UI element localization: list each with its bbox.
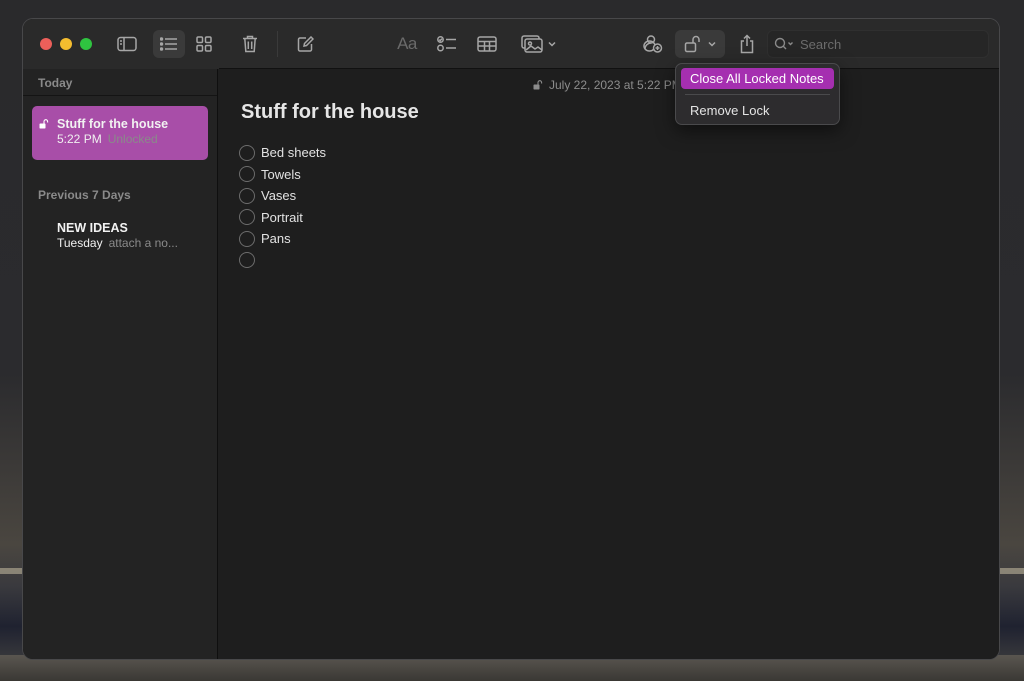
format-button[interactable]: Aa (393, 30, 421, 58)
toolbar-divider (277, 31, 278, 57)
table-button[interactable] (475, 30, 499, 58)
checklist-item-text[interactable]: Portrait (261, 210, 303, 225)
checklist-item[interactable]: Towels (239, 164, 326, 186)
note-time: Tuesday (57, 236, 103, 250)
lock-dropdown-menu: Close All Locked Notes Remove Lock (675, 63, 840, 125)
section-label-today: Today (38, 76, 73, 90)
checkbox[interactable] (239, 230, 255, 247)
collaborate-icon (643, 35, 663, 53)
checklist-item-text[interactable]: Vases (261, 188, 296, 203)
checklist-item-text[interactable]: Bed sheets (261, 145, 326, 160)
gallery-view-button[interactable] (192, 30, 216, 58)
share-icon (740, 34, 754, 54)
checklist-item[interactable]: Vases (239, 185, 326, 207)
menu-item-remove-lock[interactable]: Remove Lock (681, 100, 834, 121)
note-preview: Unlocked (107, 132, 158, 146)
chevron-down-icon (548, 41, 556, 47)
sidebar-icon (117, 36, 137, 52)
sidebar-toggle-button[interactable] (115, 30, 139, 58)
checklist-item-text[interactable]: Towels (261, 167, 301, 182)
note-date-text: July 22, 2023 at 5:22 PM (549, 78, 682, 92)
menu-item-close-all-locked-notes[interactable]: Close All Locked Notes (681, 68, 834, 89)
unlocked-padlock-icon (533, 80, 543, 90)
checkbox[interactable] (239, 187, 255, 204)
zoom-button[interactable] (80, 38, 92, 50)
checklist-button[interactable] (435, 30, 459, 58)
chevron-down-icon (707, 41, 716, 47)
checkbox[interactable] (239, 166, 255, 183)
checkbox[interactable] (239, 252, 255, 269)
table-icon (477, 36, 497, 52)
notes-list-sidebar: Today Stuff for the house 5:22 PM Unlocke… (23, 69, 218, 659)
unlocked-padlock-icon (39, 119, 49, 129)
media-button[interactable] (517, 30, 561, 58)
checklist-item[interactable]: Pans (239, 228, 326, 250)
checklist-icon (437, 36, 456, 52)
search-icon (774, 37, 793, 50)
checkbox[interactable] (239, 209, 255, 226)
note-date: July 22, 2023 at 5:22 PM (533, 78, 682, 92)
lock-button[interactable] (675, 30, 725, 58)
checklist-item[interactable] (239, 250, 326, 272)
list-view-button[interactable] (153, 30, 185, 58)
new-note-button[interactable] (293, 30, 317, 58)
checkbox[interactable] (239, 144, 255, 161)
close-button[interactable] (40, 38, 52, 50)
sidebar-divider (23, 95, 217, 96)
checklist-item[interactable]: Portrait (239, 207, 326, 229)
search-field[interactable] (767, 30, 989, 58)
checklist-item[interactable]: Bed sheets (239, 142, 326, 164)
grid-icon (196, 36, 212, 52)
collaborate-button[interactable] (640, 30, 666, 58)
note-editor[interactable]: July 22, 2023 at 5:22 PM Stuff for the h… (219, 69, 999, 659)
search-input[interactable] (800, 36, 970, 52)
note-title: NEW IDEAS (57, 221, 128, 235)
menu-separator (685, 94, 830, 95)
checklist: Bed sheets Towels Vases Portrait Pans (239, 142, 326, 271)
note-meta: Tuesday attach a no... (57, 236, 208, 250)
list-icon (160, 37, 177, 51)
photo-icon (521, 35, 543, 53)
section-label-previous-7-days: Previous 7 Days (38, 188, 131, 202)
delete-button[interactable] (238, 30, 262, 58)
note-list-item[interactable]: Stuff for the house 5:22 PM Unlocked (32, 106, 208, 160)
text-format-icon: Aa (397, 34, 417, 53)
compose-icon (297, 35, 314, 52)
unlocked-padlock-icon (684, 35, 700, 53)
note-list-item[interactable]: NEW IDEAS Tuesday attach a no... (32, 210, 208, 264)
note-title: Stuff for the house (57, 117, 169, 131)
trash-icon (243, 35, 257, 53)
note-heading[interactable]: Stuff for the house (241, 101, 419, 124)
minimize-button[interactable] (60, 38, 72, 50)
note-time: 5:22 PM (57, 132, 102, 146)
checklist-item-text[interactable]: Pans (261, 231, 291, 246)
notes-window: Aa Today Stuff for (22, 18, 1000, 660)
note-preview: attach a no... (108, 236, 178, 250)
note-meta: 5:22 PM Unlocked (57, 132, 208, 146)
toolbar: Aa (23, 19, 999, 69)
share-button[interactable] (735, 30, 759, 58)
